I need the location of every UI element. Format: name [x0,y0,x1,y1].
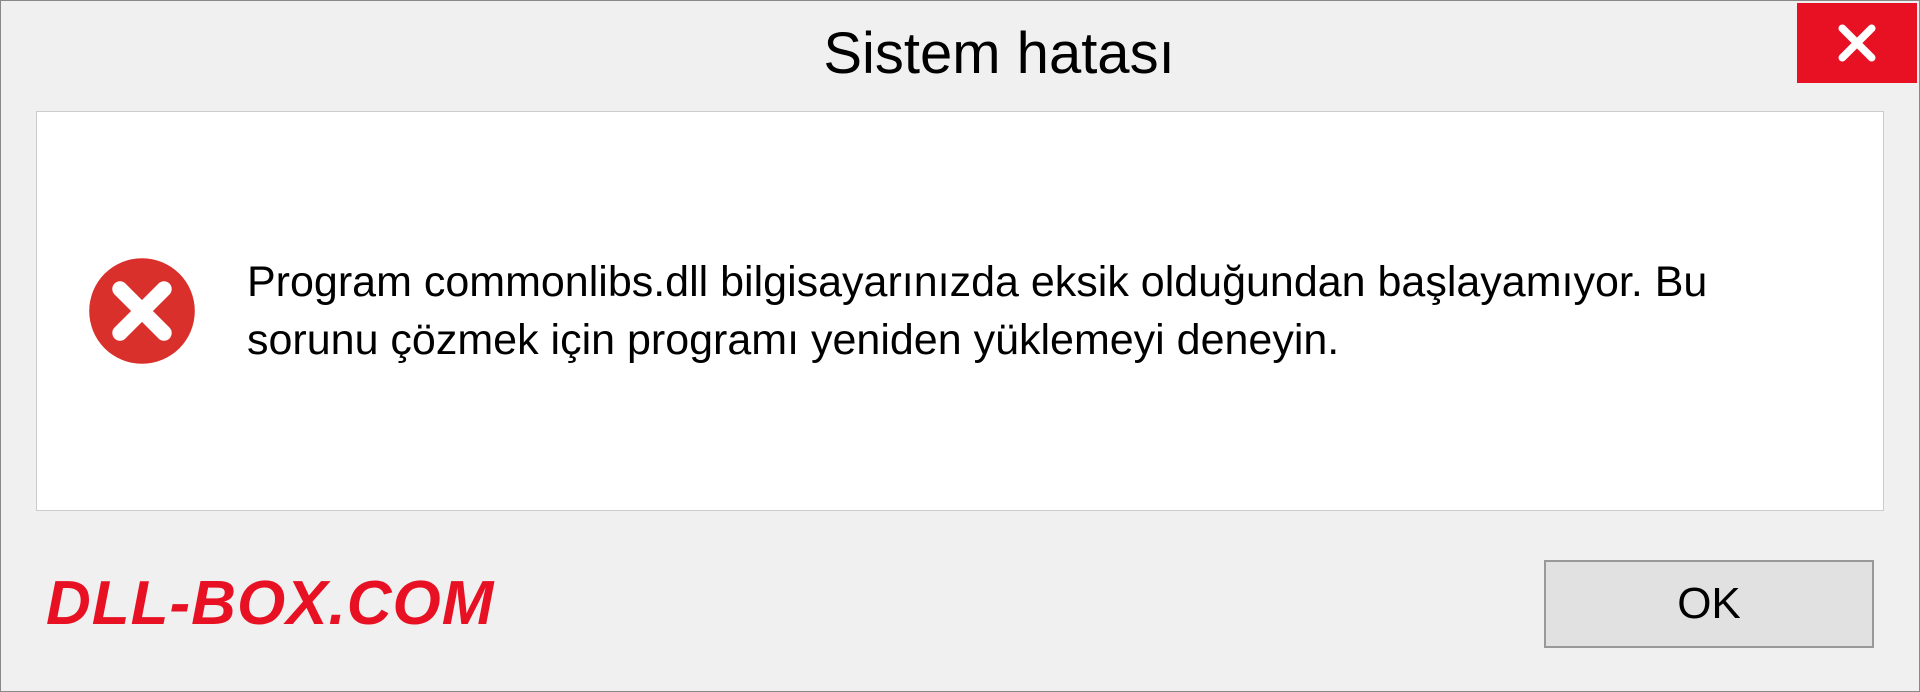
ok-button-label: OK [1677,579,1741,629]
error-dialog: Sistem hatası Program commonlibs.dll bil… [0,0,1920,692]
error-icon [87,256,197,366]
close-icon [1835,21,1879,65]
ok-button[interactable]: OK [1544,560,1874,648]
dialog-title: Sistem hatası [41,20,1797,87]
close-button[interactable] [1797,3,1917,83]
titlebar: Sistem hatası [1,1,1919,106]
watermark-text: DLL-BOX.COM [46,568,494,639]
content-panel: Program commonlibs.dll bilgisayarınızda … [36,111,1884,511]
dialog-footer: DLL-BOX.COM OK [1,531,1919,691]
error-message: Program commonlibs.dll bilgisayarınızda … [247,253,1833,369]
